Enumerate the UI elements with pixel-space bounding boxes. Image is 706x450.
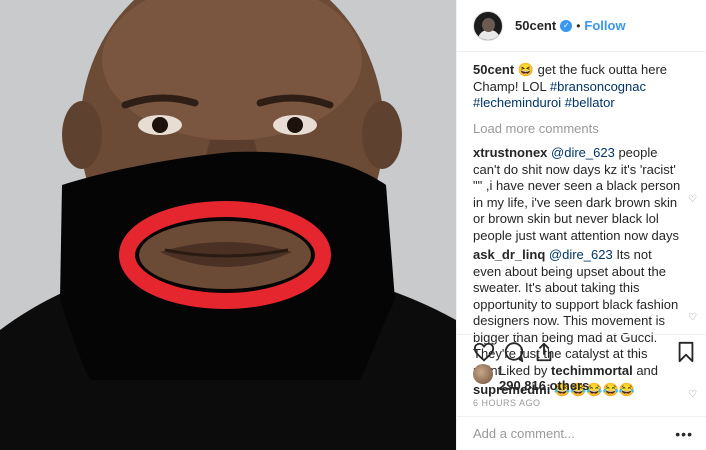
add-comment-input[interactable] [473, 426, 669, 441]
post-photo[interactable] [0, 0, 456, 450]
author-avatar[interactable] [473, 10, 503, 41]
comment-username[interactable]: ask_dr_linq [473, 247, 545, 262]
hashtag-link[interactable]: #lecheminduroi [473, 95, 561, 110]
hashtag-link[interactable]: #bransoncognac [550, 79, 646, 94]
likes-conjunction: and [636, 363, 659, 378]
mugshot-image [0, 0, 456, 450]
likes-summary: Liked by techimmortal and 290,816 others [473, 363, 658, 393]
likes-count[interactable]: 290,816 others [499, 378, 589, 393]
liker-username[interactable]: techimmortal [551, 363, 633, 378]
comment-mention[interactable]: @dire_623 [549, 247, 613, 262]
follow-button[interactable]: Follow [584, 18, 625, 33]
comment-icon[interactable] [503, 341, 525, 363]
small-heart-icon[interactable]: ♡ [688, 390, 699, 400]
comment-item: xtrustnonex @dire_623 people can't do sh… [473, 145, 697, 244]
hashtag-link[interactable]: #bellator [565, 95, 615, 110]
likes-prefix: Liked by [499, 363, 548, 378]
caption-emoji: 😆 [517, 62, 535, 77]
add-comment-bar: ••• [457, 416, 706, 450]
comment-username[interactable]: xtrustnonex [473, 145, 547, 160]
more-options-icon[interactable]: ••• [675, 426, 693, 442]
caption: 50cent 😆 get the fuck outta here Champ! … [473, 62, 695, 112]
bookmark-icon[interactable] [675, 341, 697, 363]
likes-text: Liked by techimmortal and 290,816 others [499, 363, 658, 393]
post-header: 50cent ✓ • Follow [457, 0, 706, 52]
small-heart-icon[interactable]: ♡ [688, 194, 699, 205]
post-actions-bar [457, 334, 706, 363]
verified-badge-icon: ✓ [560, 19, 573, 32]
liker-avatar[interactable] [473, 364, 493, 384]
heart-icon[interactable] [473, 341, 495, 363]
small-heart-icon[interactable]: ♡ [688, 313, 699, 323]
share-icon[interactable] [533, 341, 555, 363]
header-separator: • [576, 18, 581, 33]
author-username[interactable]: 50cent [515, 18, 556, 33]
caption-username[interactable]: 50cent [473, 62, 514, 77]
load-more-comments[interactable]: Load more comments [473, 121, 695, 138]
post-side-panel: 50cent ✓ • Follow 50cent 😆 get the fuck … [456, 0, 706, 450]
post-timestamp[interactable]: 6 HOURS AGO [473, 398, 541, 408]
comment-mention[interactable]: @dire_623 [551, 145, 615, 160]
